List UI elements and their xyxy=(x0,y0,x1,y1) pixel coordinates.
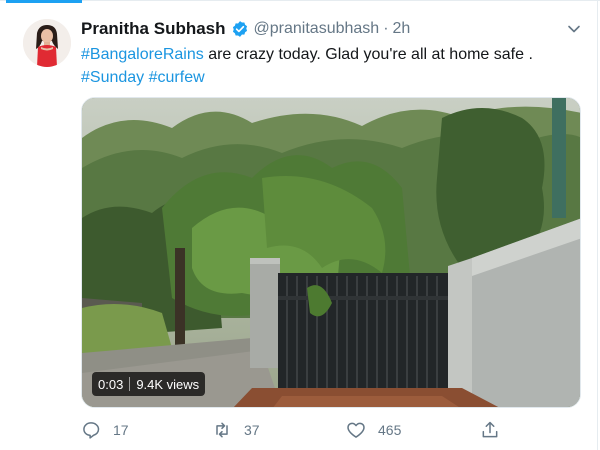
reply-count: 17 xyxy=(113,422,129,438)
heart-icon xyxy=(347,422,365,438)
retweet-icon xyxy=(216,422,228,438)
tweet-timestamp[interactable]: 2h xyxy=(393,20,411,38)
author-name[interactable]: Pranitha Subhash xyxy=(81,19,226,39)
retweet-button[interactable]: 37 xyxy=(212,418,260,442)
hashtag-link[interactable]: #Sunday xyxy=(81,69,144,86)
retweet-count: 37 xyxy=(244,422,260,438)
like-count: 465 xyxy=(378,422,402,438)
share-icon xyxy=(482,421,498,438)
author-handle[interactable]: @pranitasubhash xyxy=(254,20,380,38)
video-stats-badge: 0:03 9.4K views xyxy=(92,372,206,396)
active-tab-indicator xyxy=(6,0,82,3)
video-duration: 0:03 xyxy=(98,376,124,392)
reply-button[interactable]: 17 xyxy=(81,418,129,442)
top-divider xyxy=(0,0,600,1)
chevron-down-icon[interactable] xyxy=(566,21,582,37)
avatar-image xyxy=(23,19,71,67)
like-button[interactable]: 465 xyxy=(346,418,401,442)
hashtag-link[interactable]: #curfew xyxy=(149,69,205,86)
video-player[interactable]: 0:03 9.4K views xyxy=(81,97,581,408)
tweet-text: #BangaloreRains are crazy today. Glad yo… xyxy=(81,43,581,89)
tweet-actions: 17 37 465 xyxy=(81,418,581,442)
right-divider xyxy=(597,0,598,450)
avatar[interactable] xyxy=(23,19,71,67)
tweet-header: Pranitha Subhash @pranitasubhash · 2h xyxy=(81,18,410,40)
video-views: 9.4K views xyxy=(136,376,200,392)
badge-divider xyxy=(129,377,131,391)
hashtag-link[interactable]: #BangaloreRains xyxy=(81,46,204,63)
video-thumbnail xyxy=(82,98,580,407)
reply-icon xyxy=(83,422,100,439)
header-separator: · xyxy=(383,20,389,37)
tweet-body-text: are crazy today. Glad you're all at home… xyxy=(203,46,533,63)
share-button[interactable] xyxy=(480,418,500,442)
verified-badge-icon xyxy=(232,21,247,37)
